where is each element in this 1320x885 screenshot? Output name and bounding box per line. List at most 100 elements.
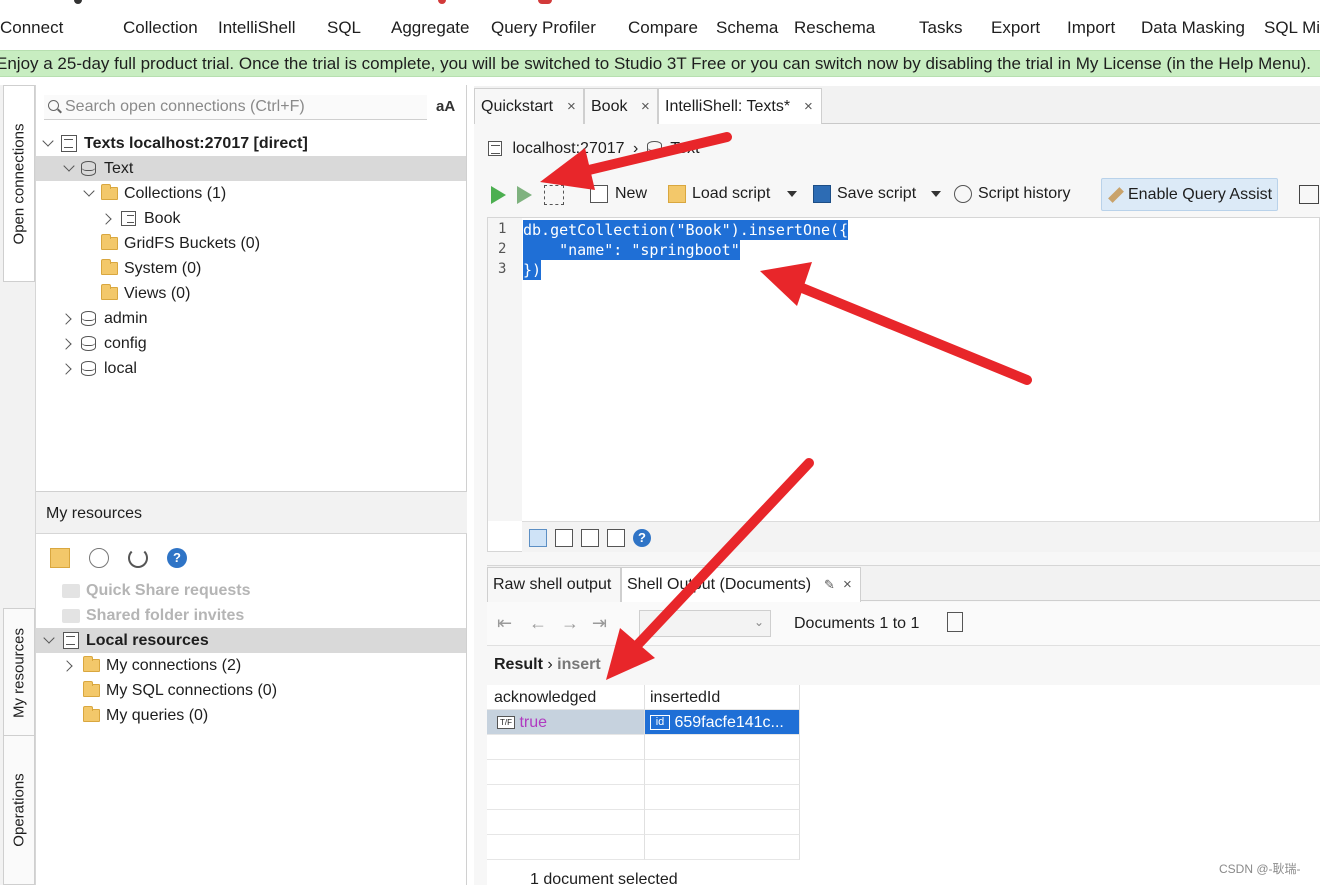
cell-inserted-id[interactable]: id 659facfe141c... [645,710,800,735]
load-script-button[interactable]: Load script [692,185,770,203]
cell-acknowledged[interactable]: T/F true [487,710,645,735]
column-header-acknowledged[interactable]: acknowledged [487,685,645,710]
page-size-select[interactable]: ⌄ [639,610,771,637]
toolbar-import-button[interactable]: Import [1067,18,1115,38]
tree-collection-book[interactable]: Book [36,206,466,231]
objectid-type-icon: id [650,715,670,731]
tree-server-node[interactable]: Texts localhost:27017 [direct] [36,131,466,156]
add-folder-icon[interactable] [50,548,70,568]
new-script-button[interactable]: New [615,185,647,203]
toolbar-compare-button[interactable]: Compare [628,18,698,38]
my-sql-connections-node[interactable]: My SQL connections (0) [36,678,466,703]
toolbar-sql-button[interactable]: SQL [327,18,361,38]
tab-intellishell-label: IntelliShell: Texts* [665,98,791,115]
help-icon[interactable]: ? [167,548,187,568]
tree-db-admin[interactable]: admin [36,306,466,331]
close-icon[interactable]: × [641,98,650,115]
save-script-dropdown-icon[interactable] [931,191,941,197]
server-icon [488,141,502,157]
run-statement-icon[interactable] [544,185,564,205]
tree-system-folder[interactable]: System (0) [36,256,466,281]
chevron-down-icon[interactable] [63,160,75,172]
font-size-toggle[interactable]: aA [436,98,455,115]
column-header-inserted-id[interactable]: insertedId [645,685,800,710]
inspect-document-icon[interactable] [947,612,963,632]
pin-icon[interactable]: ✎ [824,577,835,593]
chevron-right-icon[interactable] [60,313,72,325]
my-sql-connections-label: My SQL connections (0) [106,682,278,699]
chevron-right-icon[interactable] [61,660,73,672]
empty-cell [645,735,800,760]
layout-toggle-icon[interactable] [1299,185,1319,204]
load-script-dropdown-icon[interactable] [787,191,797,197]
indent-icon[interactable] [581,529,599,547]
help-icon[interactable]: ? [633,529,651,547]
wrap-lines-icon[interactable] [555,529,573,547]
breadcrumb-host[interactable]: localhost:27017 [512,140,624,157]
chevron-down-icon[interactable] [83,185,95,197]
tab-shell-output-documents[interactable]: Shell Output (Documents) ✎ × [621,567,861,602]
line-number: 2 [498,241,507,257]
toolbar-export-button[interactable]: Export [991,18,1040,38]
line-number: 1 [498,221,507,237]
code-editor[interactable]: 1 2 3 db.getCollection("Book").insertOne… [487,217,1320,552]
tree-gridfs-folder[interactable]: GridFS Buckets (0) [36,231,466,256]
code-line-2[interactable]: "name": "springboot" [523,240,740,260]
toolbar-tasks-button[interactable]: Tasks [919,18,962,38]
last-page-icon[interactable]: ⇥ [592,613,607,634]
script-history-button[interactable]: Script history [978,185,1070,203]
close-icon[interactable]: × [804,98,813,115]
previous-page-icon[interactable]: ← [529,613,547,634]
breadcrumb-db[interactable]: Text [670,140,699,157]
folder-icon [101,284,118,301]
toolbar-aggregate-button[interactable]: Aggregate [391,18,469,38]
tree-db-config[interactable]: config [36,331,466,356]
refresh-icon[interactable] [128,548,148,568]
toolbar-connect-button[interactable]: Connect [0,18,63,38]
toolbar-data-masking-button[interactable]: Data Masking [1141,18,1245,38]
tree-db-text[interactable]: Text [36,156,466,181]
run-all-icon[interactable] [491,186,506,204]
toolbar-intellishell-button[interactable]: IntelliShell [218,18,296,38]
run-selection-icon[interactable] [517,186,532,204]
outdent-icon[interactable] [607,529,625,547]
my-connections-node[interactable]: My connections (2) [36,653,466,678]
side-tab-operations[interactable]: Operations [3,735,35,885]
chevron-right-icon[interactable] [100,213,112,225]
tab-book[interactable]: Book × [584,88,658,124]
tab-quickstart[interactable]: Quickstart × [474,88,584,124]
tree-db-local[interactable]: local [36,356,466,381]
my-queries-node[interactable]: My queries (0) [36,703,466,728]
chevron-right-icon[interactable] [60,363,72,375]
next-page-icon[interactable]: → [561,613,579,634]
chevron-down-icon[interactable] [43,632,55,644]
side-tab-my-resources[interactable]: My resources [3,608,35,738]
format-code-icon[interactable] [529,529,547,547]
toolbar-query-profiler-button[interactable]: Query Profiler [491,18,596,38]
chevron-down-icon[interactable] [42,135,54,147]
tree-collections-folder[interactable]: Collections (1) [36,181,466,206]
chevron-right-icon[interactable] [60,338,72,350]
close-icon[interactable]: × [843,576,852,593]
local-resources-node[interactable]: Local resources [36,628,466,653]
tab-intellishell-texts[interactable]: IntelliShell: Texts* × [658,88,822,125]
settings-gear-icon[interactable] [89,548,109,568]
save-script-button[interactable]: Save script [837,185,916,203]
enable-query-assist-button[interactable]: Enable Query Assist [1101,178,1278,211]
side-tab-open-connections[interactable]: Open connections [3,85,35,282]
toolbar-sql-migration-button[interactable]: SQL Mig [1264,18,1320,38]
code-line-3[interactable]: }) [523,260,542,280]
result-path-root[interactable]: Result [494,656,543,673]
breadcrumb-separator: › [633,140,639,157]
result-navigation-bar: ⇤ ← → ⇥ ⌄ Documents 1 to 1 [487,602,1320,646]
close-icon[interactable]: × [567,98,576,115]
connections-search-input[interactable]: Search open connections (Ctrl+F) [44,95,427,120]
first-page-icon[interactable]: ⇤ [497,613,512,634]
tab-raw-shell-output[interactable]: Raw shell output [487,567,621,602]
toolbar-reschema-button[interactable]: Reschema [794,18,875,38]
result-path-child[interactable]: insert [557,656,601,673]
toolbar-collection-button[interactable]: Collection [123,18,198,38]
toolbar-schema-button[interactable]: Schema [716,18,778,38]
code-line-1[interactable]: db.getCollection("Book").insertOne({ [523,220,849,240]
tree-views-folder[interactable]: Views (0) [36,281,466,306]
